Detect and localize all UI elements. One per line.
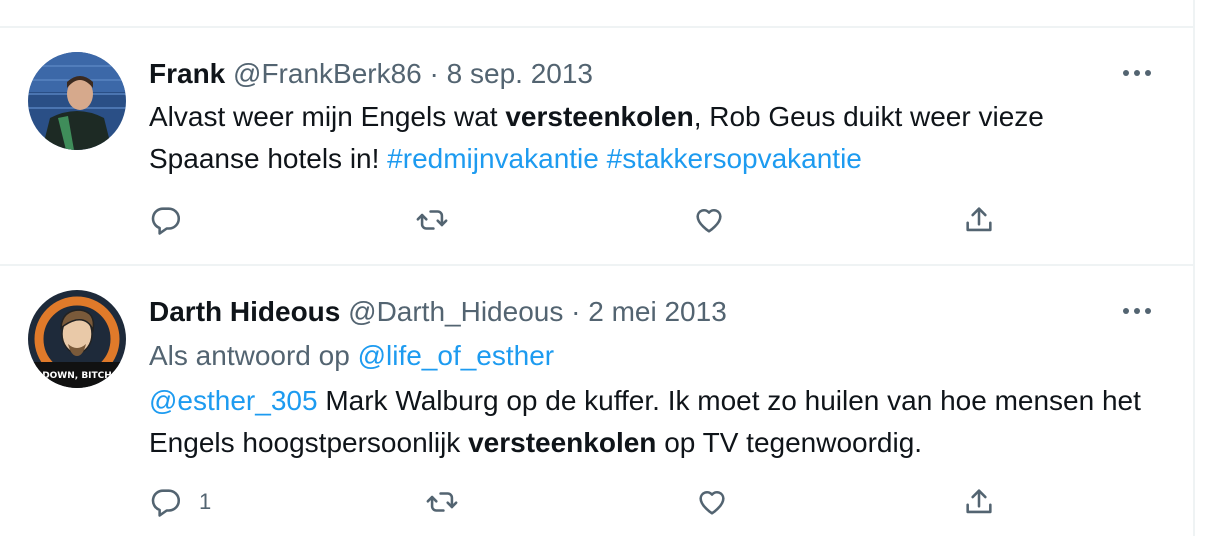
- reply-button[interactable]: [149, 200, 199, 240]
- reply-icon: [151, 207, 181, 235]
- tweet[interactable]: DOWN, BITCH Darth Hideous @Darth_Hideous…: [0, 266, 1193, 536]
- retweet-button[interactable]: [415, 200, 449, 240]
- tweet-text-part: op TV tegenwoordig.: [656, 427, 923, 458]
- hashtag-link[interactable]: #redmijnvakantie: [387, 143, 599, 174]
- share-button[interactable]: [962, 482, 996, 522]
- tweet-actions: [149, 200, 1159, 240]
- separator-dot: ·: [429, 58, 439, 89]
- reply-button[interactable]: 1: [149, 482, 211, 522]
- heart-icon: [696, 208, 722, 233]
- tweet-text-bold: versteenkolen: [468, 427, 657, 458]
- tweet-text-bold: versteenkolen: [505, 101, 694, 132]
- reply-icon: [151, 489, 181, 517]
- tweet-text: Alvast weer mijn Engels wat versteenkole…: [149, 96, 1159, 180]
- tweet-text: @esther_305 Mark Walburg op de kuffer. I…: [149, 380, 1159, 464]
- avatar-caption: DOWN, BITCH: [42, 371, 112, 381]
- tweet-date[interactable]: 8 sep. 2013: [447, 58, 593, 89]
- mention-link[interactable]: @esther_305: [149, 385, 318, 416]
- retweet-button[interactable]: [425, 482, 459, 522]
- share-icon: [966, 207, 992, 232]
- reply-to-link[interactable]: @life_of_esther: [358, 340, 555, 371]
- display-name[interactable]: Frank: [149, 58, 225, 89]
- more-options-button[interactable]: [1117, 296, 1157, 326]
- heart-icon: [699, 490, 725, 515]
- hashtag-link[interactable]: #stakkersopvakantie: [607, 143, 862, 174]
- share-button[interactable]: [962, 200, 996, 240]
- separator-dot: ·: [571, 296, 581, 327]
- tweet-text-part: Alvast weer mijn Engels wat: [149, 101, 506, 132]
- tweet-actions: 1: [149, 482, 1159, 522]
- tweet-header: Darth Hideous @Darth_Hideous · 2 mei 201…: [149, 294, 1159, 330]
- tweet[interactable]: Frank @FrankBerk86 · 8 sep. 2013 Alvast …: [0, 28, 1193, 264]
- more-dots-icon: [1123, 308, 1151, 314]
- reply-prefix: Als antwoord op: [149, 340, 358, 371]
- share-icon: [966, 489, 992, 514]
- user-handle[interactable]: @FrankBerk86: [233, 58, 422, 89]
- tweet-feed: Frank @FrankBerk86 · 8 sep. 2013 Alvast …: [0, 0, 1195, 536]
- reply-context: Als antwoord op @life_of_esther: [149, 338, 1159, 374]
- retweet-icon: [416, 210, 448, 230]
- more-dots-icon: [1123, 70, 1151, 76]
- retweet-icon: [426, 492, 458, 512]
- avatar[interactable]: [28, 52, 126, 150]
- tweet-header: Frank @FrankBerk86 · 8 sep. 2013: [149, 56, 1159, 92]
- avatar[interactable]: DOWN, BITCH: [28, 290, 126, 388]
- like-button[interactable]: [695, 482, 729, 522]
- user-handle[interactable]: @Darth_Hideous: [348, 296, 563, 327]
- reply-count: 1: [199, 489, 212, 514]
- more-options-button[interactable]: [1117, 58, 1157, 88]
- like-button[interactable]: [692, 200, 726, 240]
- display-name[interactable]: Darth Hideous: [149, 296, 340, 327]
- tweet-date[interactable]: 2 mei 2013: [588, 296, 727, 327]
